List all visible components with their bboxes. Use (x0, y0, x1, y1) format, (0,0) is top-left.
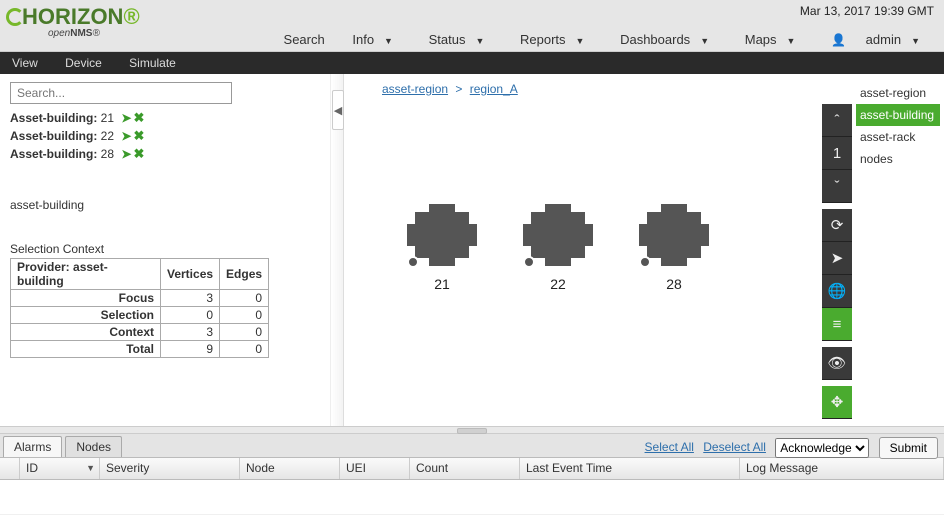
zoom-in-button[interactable]: ˆ (822, 104, 852, 137)
remove-icon[interactable]: ✖ (133, 128, 144, 143)
vertical-splitter[interactable]: ◀ (330, 74, 344, 426)
workspace: Asset-building: 21 ➤✖ Asset-building: 22… (0, 74, 944, 426)
alarm-grid-body (0, 480, 944, 514)
nav-user[interactable]: 👤 admin▼ (823, 32, 928, 47)
tool-column: ˆ 1 ˇ ⟳ ➤ 🌐 ≡ 👁 ✥ (822, 104, 852, 419)
ack-select[interactable]: Acknowledge (775, 438, 869, 458)
alarm-actions: Select All Deselect All Acknowledge Subm… (645, 437, 938, 459)
alarm-grid-header: ID▼ Severity Node UEI Count Last Event T… (0, 458, 944, 480)
nav-search[interactable]: Search (284, 32, 325, 47)
layer-item-nodes[interactable]: nodes (856, 148, 940, 170)
focus-item: Asset-building: 28 ➤✖ (10, 146, 320, 162)
timestamp: Mar 13, 2017 19:39 GMT (800, 4, 934, 18)
search-input[interactable] (10, 82, 232, 104)
nav-info[interactable]: Info▼ (344, 32, 401, 47)
layer-item-asset-building[interactable]: asset-building (856, 104, 940, 126)
focus-item: Asset-building: 22 ➤✖ (10, 128, 320, 144)
graph-nodes: 21 22 28 (384, 204, 732, 292)
collapse-left-icon[interactable]: ◀ (332, 90, 344, 130)
selection-context-title: Selection Context (10, 242, 320, 256)
remove-icon[interactable]: ✖ (133, 110, 144, 125)
tab-nodes[interactable]: Nodes (65, 436, 122, 457)
col-count[interactable]: Count (410, 458, 520, 479)
remove-icon[interactable]: ✖ (133, 146, 144, 161)
move-icon[interactable]: ✥ (822, 386, 852, 419)
focus-item: Asset-building: 21 ➤✖ (10, 110, 320, 126)
layers-icon[interactable]: ≡ (822, 308, 852, 341)
node-label: 22 (523, 276, 593, 292)
selection-context-table: Provider: asset-building Vertices Edges … (10, 258, 269, 358)
building-icon (407, 204, 477, 266)
tab-alarms[interactable]: Alarms (3, 436, 62, 457)
breadcrumb-current[interactable]: region_A (470, 82, 518, 96)
submit-button[interactable]: Submit (879, 437, 938, 459)
col-id[interactable]: ID▼ (20, 458, 100, 479)
horizontal-splitter[interactable] (0, 426, 944, 434)
logo[interactable]: HORIZON® openNMS® (6, 4, 140, 39)
building-icon (639, 204, 709, 266)
graph-node[interactable]: 21 (407, 204, 477, 292)
breadcrumb: asset-region > region_A (382, 82, 518, 96)
graph-node[interactable]: 28 (639, 204, 709, 292)
node-label: 21 (407, 276, 477, 292)
building-icon (523, 204, 593, 266)
bottom-tab-row: Alarms Nodes Select All Deselect All Ack… (0, 434, 944, 458)
col-uei[interactable]: UEI (340, 458, 410, 479)
layer-panel: asset-region asset-building asset-rack n… (852, 74, 944, 426)
center-icon[interactable]: ➤ (121, 111, 131, 125)
menu-simulate[interactable]: Simulate (117, 52, 188, 74)
node-label: 28 (639, 276, 709, 292)
col-log-message[interactable]: Log Message (740, 458, 944, 479)
col-checkbox[interactable] (0, 458, 20, 479)
nav-maps[interactable]: Maps▼ (737, 32, 804, 47)
bottom-panel: Alarms Nodes Select All Deselect All Ack… (0, 434, 944, 515)
semantic-zoom-level: 1 (822, 137, 852, 170)
center-icon[interactable]: ➤ (121, 129, 131, 143)
menu-view[interactable]: View (0, 52, 50, 74)
layer-item-asset-rack[interactable]: asset-rack (856, 126, 940, 148)
focus-list: Asset-building: 21 ➤✖ Asset-building: 22… (10, 110, 320, 162)
nav-status[interactable]: Status▼ (421, 32, 493, 47)
col-last-event[interactable]: Last Event Time (520, 458, 740, 479)
select-all-link[interactable]: Select All (645, 440, 694, 454)
graph-node[interactable]: 22 (523, 204, 593, 292)
logo-text: HORIZON (22, 4, 123, 29)
main-nav: Search Info▼ Status▼ Reports▼ Dashboards… (276, 32, 936, 47)
center-icon[interactable]: ➤ (121, 147, 131, 161)
breadcrumb-root[interactable]: asset-region (382, 82, 448, 96)
top-bar: HORIZON® openNMS® Mar 13, 2017 19:39 GMT… (0, 0, 944, 52)
refresh-icon[interactable]: ⟳ (822, 209, 852, 242)
left-panel: Asset-building: 21 ➤✖ Asset-building: 22… (0, 74, 330, 426)
col-node[interactable]: Node (240, 458, 340, 479)
nav-reports[interactable]: Reports▼ (512, 32, 592, 47)
col-severity[interactable]: Severity (100, 458, 240, 479)
layer-title: asset-building (10, 198, 320, 212)
menu-device[interactable]: Device (53, 52, 114, 74)
sort-desc-icon: ▼ (86, 463, 95, 473)
locate-icon[interactable]: ➤ (822, 242, 852, 275)
eye-icon[interactable]: 👁 (822, 347, 852, 380)
menu-bar: View Device Simulate (0, 52, 944, 74)
globe-icon[interactable]: 🌐 (822, 275, 852, 308)
deselect-all-link[interactable]: Deselect All (703, 440, 766, 454)
nav-dashboards[interactable]: Dashboards▼ (612, 32, 717, 47)
zoom-out-button[interactable]: ˇ (822, 170, 852, 203)
topology-canvas[interactable]: asset-region > region_A 21 22 28 ˆ 1 ˇ ⟳ (344, 74, 852, 426)
layer-item-asset-region[interactable]: asset-region (856, 82, 940, 104)
